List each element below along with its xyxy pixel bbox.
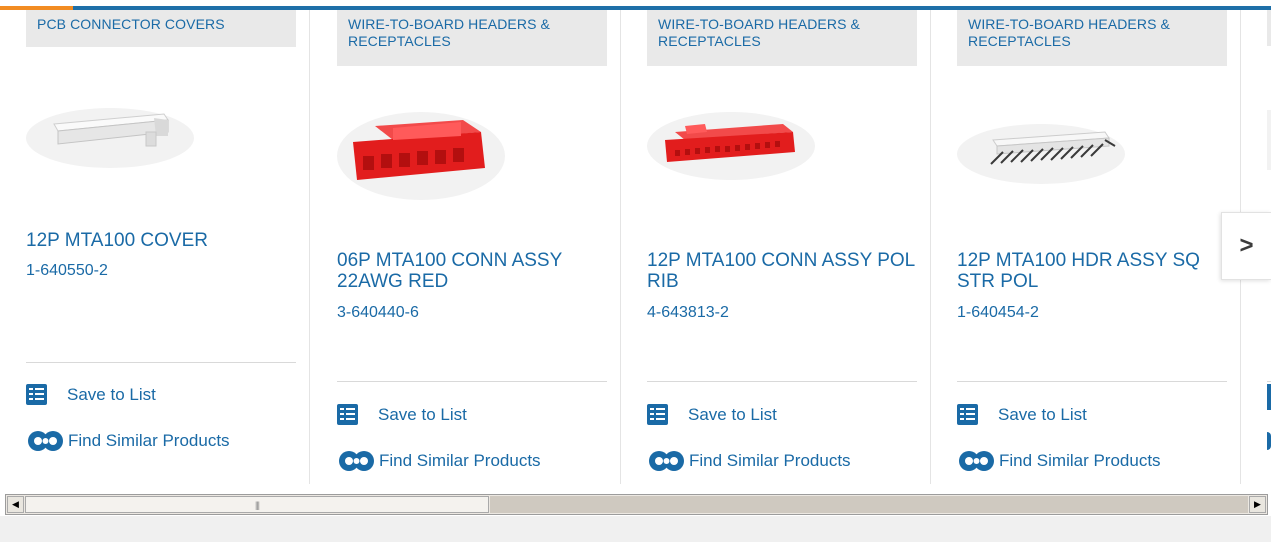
scroll-left-button[interactable]: ◀ xyxy=(7,496,24,513)
save-to-list-label: Save to List xyxy=(67,384,156,404)
product-image xyxy=(1267,110,1271,170)
category-label[interactable]: WIRE-TO-BOARD HEADERS & RECEPTACLES xyxy=(647,10,917,66)
checklist-icon xyxy=(1267,384,1271,410)
save-to-list-label: Save to List xyxy=(998,404,1087,424)
part-number-link[interactable]: 3-640440-6 xyxy=(337,304,419,322)
find-similar-button[interactable]: Find Similar Products xyxy=(647,449,851,473)
arrow-left-icon: ◀ xyxy=(12,499,19,509)
save-to-list-label: Save to List xyxy=(688,404,777,424)
save-to-list-button[interactable]: Save to List xyxy=(957,404,1087,425)
similar-gears-icon xyxy=(337,449,377,473)
card-divider xyxy=(26,362,296,363)
part-number-link[interactable]: 4-643813-2 xyxy=(647,304,729,322)
product-image[interactable] xyxy=(24,98,196,173)
carousel-next-button[interactable]: > xyxy=(1221,212,1271,280)
chevron-right-icon: > xyxy=(1239,232,1254,259)
grip-icon: ||| xyxy=(254,499,260,510)
card-divider xyxy=(1267,381,1271,382)
horizontal-scrollbar[interactable]: ◀ ||| ▶ xyxy=(5,494,1268,515)
product-card: PCB CONNECTOR COVERS 12P MTA100 COVER 1-… xyxy=(0,10,310,484)
category-label[interactable]: PCB CONNECTOR COVERS xyxy=(26,10,296,47)
part-number-link[interactable]: 1-640550-2 xyxy=(26,262,108,280)
checklist-icon xyxy=(647,404,668,425)
save-to-list-label: Save to List xyxy=(378,404,467,424)
product-name-link[interactable]: 06P MTA100 CONN ASSY 22AWG RED xyxy=(337,250,607,292)
product-image[interactable] xyxy=(335,98,507,213)
category-label[interactable]: WIRE-TO-BOARD HEADERS & RECEPTACLES xyxy=(337,10,607,66)
product-name-link[interactable]: 12P MTA100 COVER xyxy=(26,230,296,251)
checklist-icon xyxy=(957,404,978,425)
similar-gears-icon xyxy=(26,429,66,453)
top-accent-bar xyxy=(0,0,1271,10)
product-name-link[interactable]: 12P MTA100 CONN ASSY POL RIB xyxy=(647,250,917,292)
find-similar-label: Find Similar Products xyxy=(379,451,541,470)
card-divider xyxy=(647,381,917,382)
save-to-list-button[interactable]: Save to List xyxy=(647,404,777,425)
save-to-list-button[interactable]: Save to List xyxy=(26,384,156,405)
page-bottom-area xyxy=(0,516,1271,542)
find-similar-button[interactable]: Find Similar Products xyxy=(26,429,230,453)
product-image[interactable] xyxy=(955,110,1127,195)
scrollbar-thumb[interactable]: ||| xyxy=(25,496,489,513)
find-similar-button[interactable]: Find Similar Products xyxy=(337,449,541,473)
product-card: WIRE-TO-BOARD HEADERS & RECEPTACLES 06P … xyxy=(311,10,621,484)
checklist-icon xyxy=(337,404,358,425)
find-similar-label: Find Similar Products xyxy=(689,451,851,470)
similar-gears-icon xyxy=(957,449,997,473)
similar-gears-icon xyxy=(1267,432,1271,450)
find-similar-label: Find Similar Products xyxy=(68,431,230,450)
scrollbar-track[interactable] xyxy=(490,496,1248,513)
save-to-list-button[interactable]: Save to List xyxy=(337,404,467,425)
product-name-link[interactable]: 12P MTA100 HDR ASSY SQ STR POL xyxy=(957,250,1227,292)
card-divider xyxy=(337,381,607,382)
find-similar-button[interactable]: Find Similar Products xyxy=(957,449,1161,473)
arrow-right-icon: ▶ xyxy=(1254,499,1261,509)
checklist-icon xyxy=(26,384,47,405)
product-image[interactable] xyxy=(645,98,817,193)
product-card: WIRE-TO-BOARD HEADERS & RECEPTACLES 12P … xyxy=(621,10,931,484)
product-carousel: PCB CONNECTOR COVERS 12P MTA100 COVER 1-… xyxy=(0,10,1271,484)
part-number-link[interactable]: 1-640454-2 xyxy=(957,304,1039,322)
card-divider xyxy=(957,381,1227,382)
similar-gears-icon xyxy=(647,449,687,473)
product-card: WIRE-TO-BOARD HEADERS & RECEPTACLES 12P … xyxy=(931,10,1241,484)
scroll-right-button[interactable]: ▶ xyxy=(1249,496,1266,513)
find-similar-label: Find Similar Products xyxy=(999,451,1161,470)
category-label[interactable]: WIRE-TO-BOARD HEADERS & RECEPTACLES xyxy=(957,10,1227,66)
category-label xyxy=(1267,10,1271,46)
card-separator xyxy=(309,10,310,484)
